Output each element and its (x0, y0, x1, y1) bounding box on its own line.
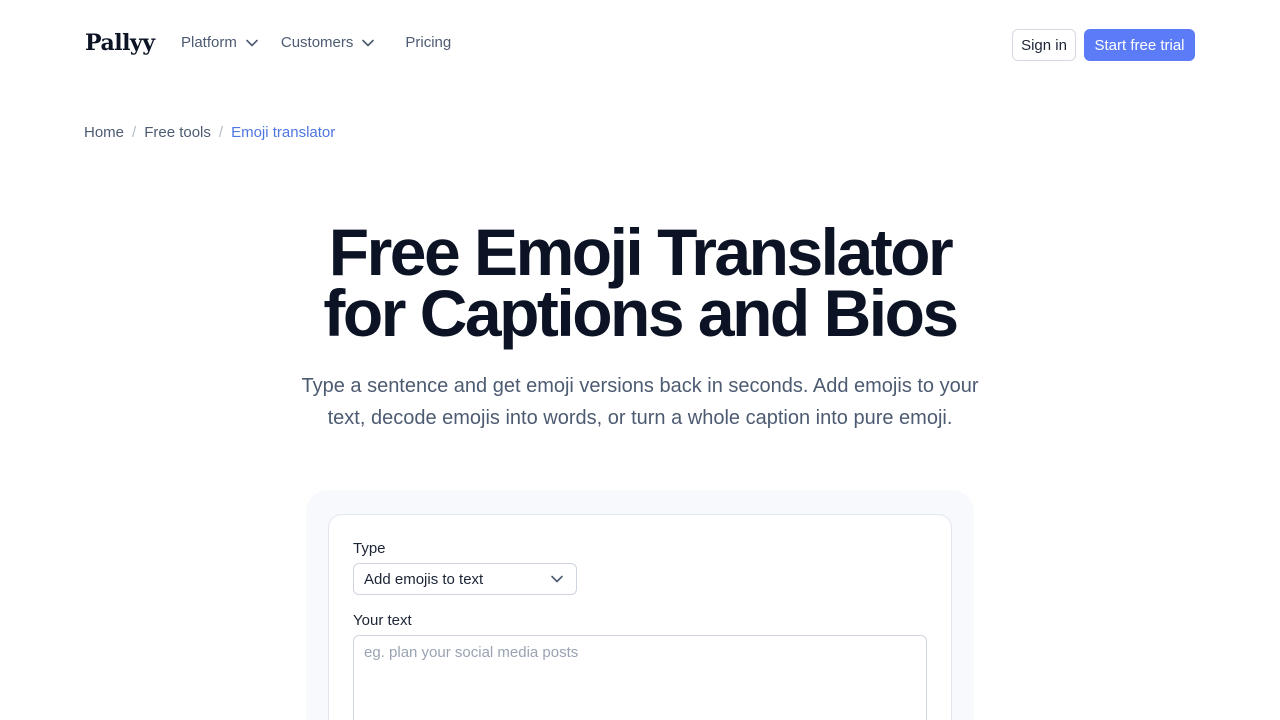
sign-in-button[interactable]: Sign in (1012, 29, 1076, 61)
start-free-trial-button[interactable]: Start free trial (1084, 29, 1195, 61)
nav-item-pricing[interactable]: Pricing (405, 34, 451, 51)
type-label: Type (353, 540, 386, 557)
type-select[interactable]: Add emojis to text (353, 563, 577, 595)
your-text-label: Your text (353, 612, 412, 629)
nav-links: Platform Customers Pricing (181, 34, 451, 51)
brand-logo[interactable]: Pallyy (85, 30, 155, 56)
page-title: Free Emoji Translator for Captions and B… (0, 219, 1280, 346)
nav-item-platform[interactable]: Platform (181, 34, 259, 51)
page-subtitle: Type a sentence and get emoji versions b… (300, 370, 980, 434)
nav-item-label: Platform (181, 34, 237, 51)
chevron-down-icon (550, 572, 564, 586)
page-subtitle-line-1: Type a sentence and get emoji versions b… (301, 375, 979, 397)
chevron-down-icon (361, 36, 375, 50)
your-text-input[interactable] (353, 635, 927, 720)
chevron-down-icon (245, 36, 259, 50)
page-subtitle-line-2: text, decode emojis into words, or turn … (327, 407, 953, 429)
top-nav: Pallyy Platform Customers Pricing Sign i… (0, 0, 1280, 90)
breadcrumb-separator: / (218, 124, 224, 141)
type-select-value: Add emojis to text (364, 570, 484, 588)
breadcrumb-home[interactable]: Home (84, 124, 124, 141)
breadcrumb-free-tools[interactable]: Free tools (144, 124, 211, 141)
nav-item-customers[interactable]: Customers (281, 34, 376, 51)
breadcrumb-separator: / (132, 124, 137, 141)
breadcrumb: Home / Free tools / Emoji translator (84, 124, 335, 141)
page-title-line-2: for Captions and Bios (323, 276, 959, 350)
nav-item-label: Customers (280, 34, 354, 51)
breadcrumb-current[interactable]: Emoji translator (231, 124, 335, 141)
